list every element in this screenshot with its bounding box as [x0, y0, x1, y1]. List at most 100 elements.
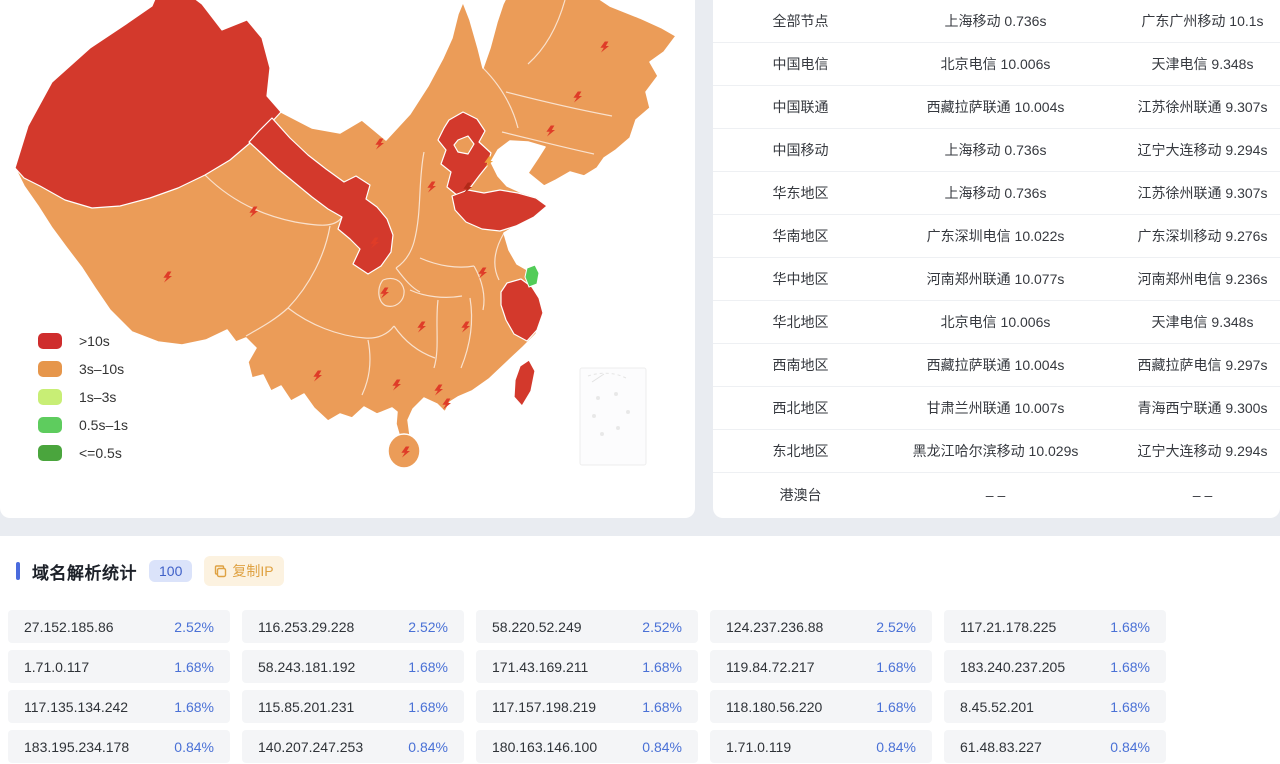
node-col-2: 青海西宁联通 9.300s: [1103, 398, 1280, 418]
ip-percentage[interactable]: 1.68%: [174, 699, 214, 715]
ip-percentage[interactable]: 0.84%: [408, 739, 448, 755]
node-group-label: 中国电信: [713, 54, 888, 74]
node-col-2: 天津电信 9.348s: [1103, 312, 1280, 332]
node-table-row: 东北地区黑龙江哈尔滨移动 10.029s辽宁大连移动 9.294s: [713, 430, 1280, 473]
ip-address: 115.85.201.231: [258, 699, 354, 715]
node-col-1: 上海移动 0.736s: [888, 183, 1103, 203]
ip-address: 171.43.169.211: [492, 659, 588, 675]
ip-address: 58.220.52.249: [492, 619, 582, 635]
legend-swatch: [38, 361, 62, 377]
map-region-taiwan[interactable]: [514, 360, 535, 406]
ip-percentage[interactable]: 2.52%: [408, 619, 448, 635]
ip-address: 183.195.234.178: [24, 739, 129, 755]
ip-address: 116.253.29.228: [258, 619, 354, 635]
ip-percentage[interactable]: 1.68%: [642, 699, 682, 715]
node-group-label: 中国联通: [713, 97, 888, 117]
map-legend: >10s3s–10s1s–3s0.5s–1s<=0.5s: [38, 327, 128, 467]
ip-address: 124.237.236.88: [726, 619, 823, 635]
node-col-1: 西藏拉萨联通 10.004s: [888, 355, 1103, 375]
ip-cell: 1.71.0.119 0.84%: [710, 730, 932, 763]
ip-percentage[interactable]: 1.68%: [408, 659, 448, 675]
ip-percentage[interactable]: 2.52%: [876, 619, 916, 635]
ip-percentage[interactable]: 0.84%: [1110, 739, 1150, 755]
node-col-2: 广东广州移动 10.1s: [1103, 11, 1280, 31]
node-table-row: 港澳台– –– –: [713, 473, 1280, 516]
copy-ip-button[interactable]: 复制IP: [204, 556, 283, 586]
ip-percentage[interactable]: 1.68%: [1110, 619, 1150, 635]
ip-cell: 27.152.185.862.52%: [8, 610, 230, 643]
ip-percentage[interactable]: 1.68%: [1110, 699, 1150, 715]
ip-percentage[interactable]: 2.52%: [174, 619, 214, 635]
legend-label: <=0.5s: [79, 445, 122, 461]
ip-cell: 61.48.83.2270.84%: [944, 730, 1166, 763]
ip-percentage[interactable]: 1.68%: [408, 699, 448, 715]
top-row: >10s3s–10s1s–3s0.5s–1s<=0.5s 全部节点上海移动 0.…: [0, 0, 1280, 536]
node-col-2: 天津电信 9.348s: [1103, 54, 1280, 74]
node-group-label: 港澳台: [713, 485, 888, 505]
node-col-1: 北京电信 10.006s: [888, 54, 1103, 74]
node-col-2: – –: [1103, 487, 1280, 503]
ip-address: 117.21.178.225: [960, 619, 1056, 635]
ip-address: 117.157.198.219: [492, 699, 596, 715]
node-table-row: 中国电信北京电信 10.006s天津电信 9.348s: [713, 43, 1280, 86]
node-table-row: 西南地区西藏拉萨联通 10.004s西藏拉萨电信 9.297s: [713, 344, 1280, 387]
node-table: 全部节点上海移动 0.736s广东广州移动 10.1s中国电信北京电信 10.0…: [713, 0, 1280, 516]
node-col-1: 上海移动 0.736s: [888, 140, 1103, 160]
node-col-1: 广东深圳电信 10.022s: [888, 226, 1103, 246]
ip-percentage[interactable]: 0.84%: [876, 739, 916, 755]
ip-percentage[interactable]: 1.68%: [876, 699, 916, 715]
legend-swatch: [38, 333, 62, 349]
ip-cell: 58.243.181.1921.68%: [242, 650, 464, 683]
legend-swatch: [38, 417, 62, 433]
copy-ip-label: 复制IP: [232, 561, 273, 581]
node-table-row: 华北地区北京电信 10.006s天津电信 9.348s: [713, 301, 1280, 344]
node-col-2: 辽宁大连移动 9.294s: [1103, 441, 1280, 461]
node-group-label: 中国移动: [713, 140, 888, 160]
node-col-1: 北京电信 10.006s: [888, 312, 1103, 332]
section-title: 域名解析统计: [32, 559, 137, 584]
ip-cell: 140.207.247.2530.84%: [242, 730, 464, 763]
node-table-row: 华南地区广东深圳电信 10.022s广东深圳移动 9.276s: [713, 215, 1280, 258]
legend-label: >10s: [79, 333, 110, 349]
ip-cell: 183.195.234.178 0.84%: [8, 730, 230, 763]
node-col-2: 河南郑州电信 9.236s: [1103, 269, 1280, 289]
node-col-2: 江苏徐州联通 9.307s: [1103, 97, 1280, 117]
ip-cell: 115.85.201.231 1.68%: [242, 690, 464, 723]
ip-percentage[interactable]: 1.68%: [876, 659, 916, 675]
node-col-1: 河南郑州联通 10.077s: [888, 269, 1103, 289]
legend-swatch: [38, 445, 62, 461]
ip-percentage[interactable]: 1.68%: [1110, 659, 1150, 675]
node-table-row: 西北地区甘肃兰州联通 10.007s青海西宁联通 9.300s: [713, 387, 1280, 430]
legend-item: 1s–3s: [38, 383, 128, 411]
ip-cell: 1.71.0.1171.68%: [8, 650, 230, 683]
legend-label: 3s–10s: [79, 361, 124, 377]
legend-item: <=0.5s: [38, 439, 128, 467]
node-table-row: 华中地区河南郑州联通 10.077s河南郑州电信 9.236s: [713, 258, 1280, 301]
ip-cell: 183.240.237.2051.68%: [944, 650, 1166, 683]
node-col-2: 江苏徐州联通 9.307s: [1103, 183, 1280, 203]
ip-percentage[interactable]: 0.84%: [174, 739, 214, 755]
dns-stats-section: 域名解析统计 100 复制IP 27.152.185.862.52%116.25…: [0, 536, 1280, 764]
ip-address: 180.163.146.100: [492, 739, 597, 755]
node-col-1: 西藏拉萨联通 10.004s: [888, 97, 1103, 117]
legend-item: 3s–10s: [38, 355, 128, 383]
ip-percentage[interactable]: 1.68%: [642, 659, 682, 675]
node-table-row: 中国联通西藏拉萨联通 10.004s江苏徐州联通 9.307s: [713, 86, 1280, 129]
node-table-panel: 全部节点上海移动 0.736s广东广州移动 10.1s中国电信北京电信 10.0…: [713, 0, 1280, 518]
ip-percentage[interactable]: 2.52%: [642, 619, 682, 635]
ip-percentage[interactable]: 1.68%: [174, 659, 214, 675]
node-table-row: 中国移动上海移动 0.736s辽宁大连移动 9.294s: [713, 129, 1280, 172]
ip-address: 117.135.134.242: [24, 699, 128, 715]
ip-address: 1.71.0.119: [726, 739, 791, 755]
ip-percentage[interactable]: 0.84%: [642, 739, 682, 755]
ip-address: 8.45.52.201: [960, 699, 1034, 715]
ip-cell: 171.43.169.211 1.68%: [476, 650, 698, 683]
node-col-1: 黑龙江哈尔滨移动 10.029s: [888, 441, 1103, 461]
node-col-2: 广东深圳移动 9.276s: [1103, 226, 1280, 246]
node-col-1: – –: [888, 487, 1103, 503]
node-table-row: 全部节点上海移动 0.736s广东广州移动 10.1s: [713, 0, 1280, 43]
ip-cell: 8.45.52.201 1.68%: [944, 690, 1166, 723]
ip-cell: 180.163.146.100 0.84%: [476, 730, 698, 763]
legend-label: 1s–3s: [79, 389, 116, 405]
ip-address: 119.84.72.217: [726, 659, 815, 675]
